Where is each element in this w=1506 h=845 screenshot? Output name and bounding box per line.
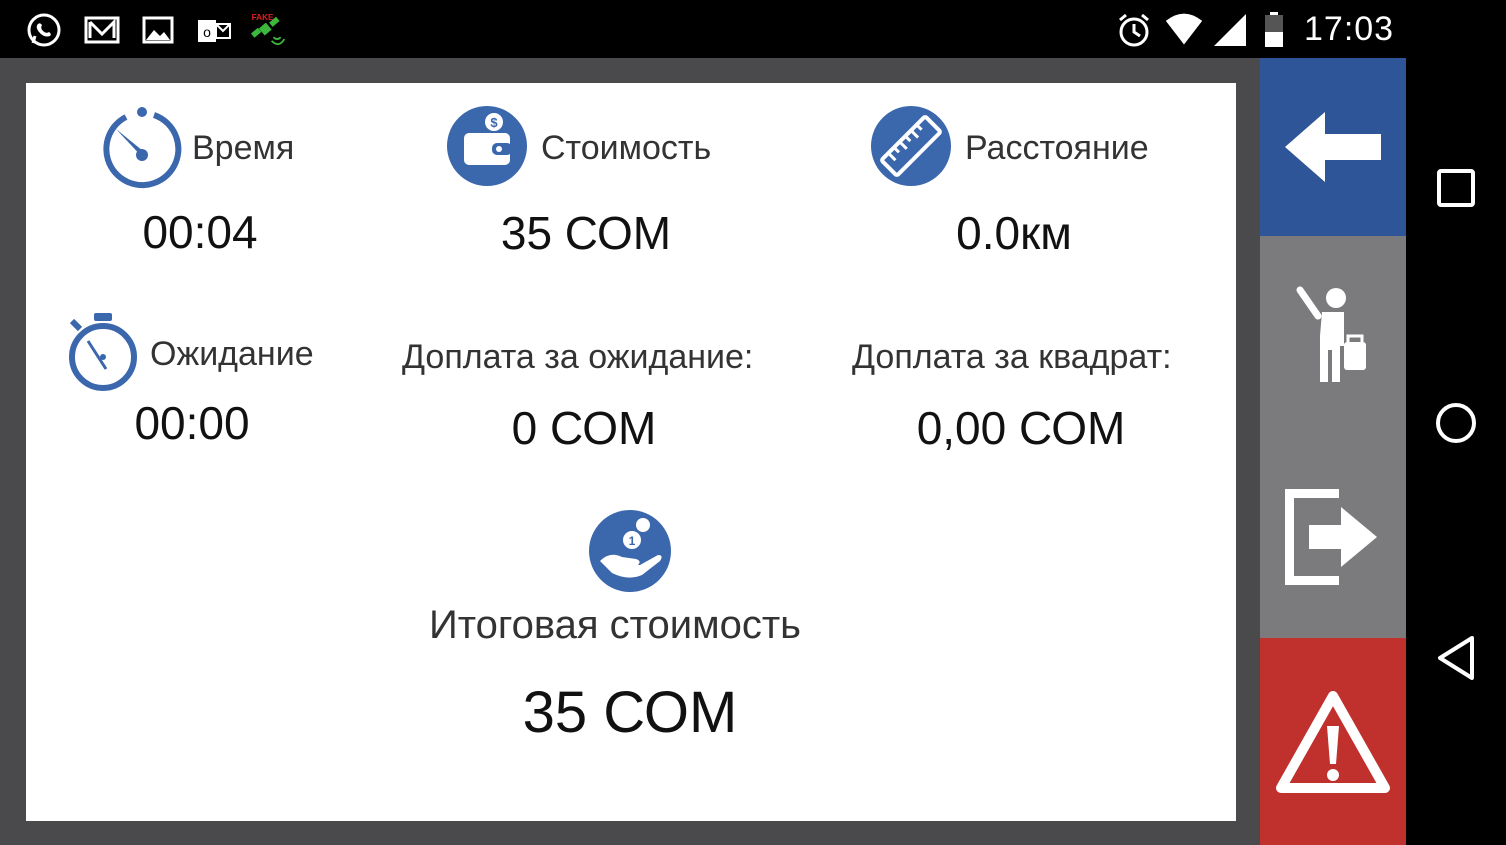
distance-label: Расстояние	[965, 129, 1149, 167]
time-label: Время	[192, 129, 295, 167]
status-clock: 17:03	[1304, 10, 1395, 48]
distance-value: 0.0км	[956, 207, 1072, 259]
status-bar: o FAKE 17:03	[0, 0, 1506, 58]
stopwatch-time-icon	[103, 107, 182, 188]
whatsapp-icon	[27, 13, 61, 47]
cost-label: Стоимость	[541, 129, 712, 167]
square-surcharge-value: 0,00 СОМ	[916, 402, 1126, 454]
waiting-surcharge-value: 0 СОМ	[511, 402, 657, 454]
waiting-label: Ожидание	[150, 335, 314, 373]
square-surcharge-label: Доплата за квадрат:	[852, 338, 1172, 376]
home-button[interactable]	[1428, 395, 1484, 451]
total-label: Итоговая стоимость	[429, 603, 802, 647]
outlook-icon: o	[198, 20, 231, 42]
svg-text:FAKE: FAKE	[252, 13, 274, 22]
svg-text:$: $	[490, 115, 498, 130]
mail-icon	[84, 16, 120, 44]
system-back-button[interactable]	[1428, 630, 1484, 686]
cost-value: 35 СОМ	[500, 207, 672, 259]
waiting-value: 00:00	[134, 397, 250, 449]
stopwatch-waiting-icon	[69, 313, 137, 391]
recents-icon	[1437, 169, 1475, 207]
exit-icon	[1285, 489, 1377, 585]
alarm-icon	[1119, 13, 1149, 47]
fake-gps-icon: FAKE	[250, 13, 286, 45]
payment-hand-icon: 1	[589, 510, 671, 592]
back-button[interactable]	[1260, 58, 1406, 236]
svg-text:1: 1	[629, 534, 636, 548]
wallet-icon: $	[447, 106, 527, 186]
passenger-button[interactable]	[1260, 236, 1406, 436]
navigation-bar	[1406, 58, 1506, 845]
total-value: 35 СОМ	[522, 680, 738, 745]
gallery-icon	[142, 16, 174, 44]
back-arrow-icon	[1285, 112, 1381, 182]
recents-button[interactable]	[1428, 160, 1484, 216]
trip-info-card: Время 00:04 $ Стоимость 35 СОМ Расстояни…	[26, 83, 1236, 821]
time-value: 00:04	[142, 206, 258, 258]
warning-icon	[1276, 690, 1390, 793]
signal-icon	[1214, 14, 1246, 46]
svg-text:o: o	[203, 24, 211, 40]
back-icon	[1438, 636, 1474, 680]
waiting-surcharge-label: Доплата за ожидание:	[402, 338, 754, 376]
ruler-icon	[871, 106, 951, 186]
app-frame: Время 00:04 $ Стоимость 35 СОМ Расстояни…	[0, 58, 1406, 845]
passenger-icon	[1296, 286, 1366, 382]
exit-button[interactable]	[1260, 436, 1406, 638]
battery-icon	[1265, 12, 1283, 47]
home-icon	[1436, 403, 1476, 443]
action-panel	[1260, 58, 1406, 845]
wifi-icon	[1165, 13, 1203, 45]
emergency-button[interactable]	[1260, 638, 1406, 845]
